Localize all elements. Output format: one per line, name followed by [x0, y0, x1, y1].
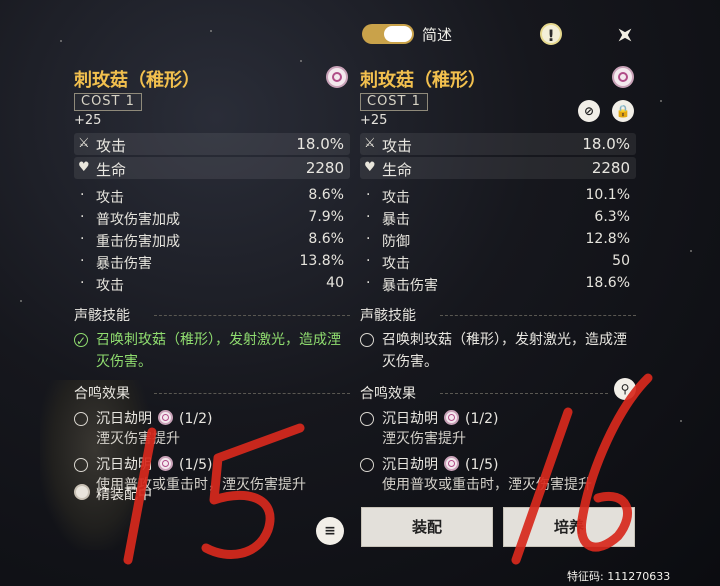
- skill-section-title: 声骸技能: [360, 305, 636, 325]
- echo-panel-right: 刺玫菇（稚形） COST 1 +25 ⚔ 攻击 18.0% ♥ 生命 2280 …: [360, 66, 636, 495]
- set-filter-icon[interactable]: ⚲: [614, 378, 636, 400]
- sonata-icon: [444, 456, 459, 471]
- sub-stat-row: · 攻击 10.1%: [366, 187, 630, 206]
- main-stat-row: ♥ 生命 2280: [74, 157, 350, 179]
- echo-panel-left: 刺玫菇（稚形） COST 1 +25 ⚔ 攻击 18.0% ♥ 生命 2280 …: [74, 66, 350, 495]
- echo-skill[interactable]: 召唤刺玫菇（稚形），发射激光，造成湮灭伤害。: [360, 329, 636, 373]
- info-icon[interactable]: !: [540, 23, 562, 45]
- echo-name: 刺玫菇（稚形）: [74, 70, 200, 91]
- sonata-icon: [158, 410, 173, 425]
- feature-code: 特征码: 111270633: [567, 570, 671, 583]
- discard-icon[interactable]: ⊘: [578, 100, 600, 122]
- set-effect: 沉日劫明 (1/5) 使用普攻或重击时，湮灭伤害提升: [360, 455, 636, 495]
- sonata-icon: [444, 410, 459, 425]
- checkmark-icon: [74, 330, 88, 352]
- swords-icon: ⚔: [364, 136, 376, 151]
- heart-icon: ♥: [78, 160, 90, 175]
- summary-toggle-label: 简述: [422, 26, 453, 44]
- sub-stat-row: · 攻击 40: [80, 275, 344, 294]
- echo-skill[interactable]: 召唤刺玫菇（稚形），发射激光，造成湮灭伤害。: [74, 329, 350, 373]
- sonata-icon: [158, 456, 173, 471]
- sub-stat-row: · 攻击 50: [366, 253, 630, 272]
- avatar: [74, 484, 90, 500]
- upgrade-button[interactable]: 培养: [503, 507, 635, 547]
- set-section-title: 合鸣效果: [74, 383, 350, 403]
- set-section-title: 合鸣效果: [360, 383, 636, 403]
- heart-icon: ♥: [364, 160, 376, 175]
- sub-stat-row: · 普攻伤害加成 7.9%: [80, 209, 344, 228]
- skill-section-title: 声骸技能: [74, 305, 350, 325]
- set-effect: 沉日劫明 (1/2) 湮灭伤害提升: [360, 409, 636, 449]
- cost-badge: COST 1: [74, 93, 142, 111]
- sub-stat-row: · 暴击伤害 13.8%: [80, 253, 344, 272]
- echo-level: +25: [74, 113, 102, 128]
- sub-stat-row: · 攻击 8.6%: [80, 187, 344, 206]
- equip-button[interactable]: 装配: [361, 507, 493, 547]
- compare-switch-button[interactable]: ≡: [316, 517, 344, 545]
- echo-name: 刺玫菇（稚形）: [360, 70, 486, 91]
- main-stat-row: ⚔ 攻击 18.0%: [74, 133, 350, 155]
- cost-badge: COST 1: [360, 93, 428, 111]
- radio-icon: [360, 333, 374, 347]
- sub-stat-row: · 防御 12.8%: [366, 231, 630, 250]
- equipped-status: 精装配中: [74, 484, 152, 504]
- lock-icon[interactable]: 🔒: [612, 100, 634, 122]
- summary-toggle[interactable]: [362, 24, 414, 44]
- swords-icon: ⚔: [78, 136, 90, 151]
- main-stat-row: ⚔ 攻击 18.0%: [360, 133, 636, 155]
- close-icon[interactable]: [612, 22, 638, 48]
- sub-stat-row: · 重击伤害加成 8.6%: [80, 231, 344, 250]
- sonata-icon: [326, 66, 348, 88]
- sonata-icon: [612, 66, 634, 88]
- set-effect: 沉日劫明 (1/2) 湮灭伤害提升: [74, 409, 350, 449]
- main-stat-row: ♥ 生命 2280: [360, 157, 636, 179]
- sub-stat-row: · 暴击 6.3%: [366, 209, 630, 228]
- sub-stat-row: · 暴击伤害 18.6%: [366, 275, 630, 294]
